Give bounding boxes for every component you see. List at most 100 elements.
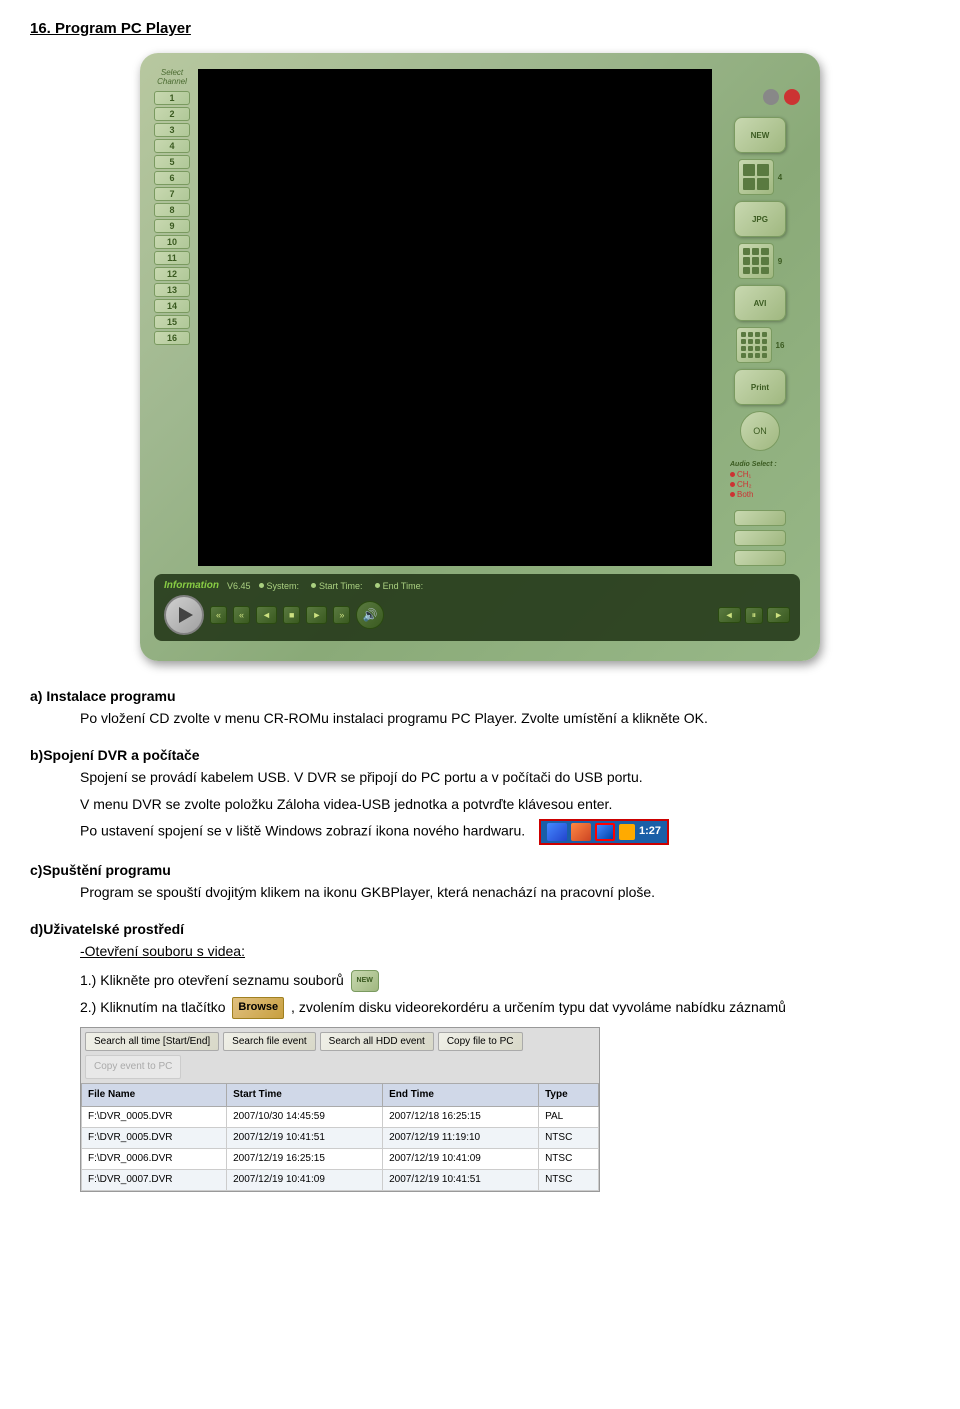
section-b-text2: V menu DVR se zvolte položku Záloha vide… [80, 793, 930, 815]
play-button[interactable] [164, 595, 204, 635]
prev-button[interactable]: ◄ [256, 606, 277, 624]
taskbar-icon-3 [595, 823, 615, 841]
taskbar-icon-2 [571, 823, 591, 841]
fwd-fast-button[interactable]: » [333, 606, 350, 624]
browse-button-icon: Browse [232, 997, 284, 1019]
search-all-time-button[interactable]: Search all time [Start/End] [85, 1032, 219, 1051]
table-row[interactable]: F:\DVR_0007.DVR2007/12/19 10:41:092007/1… [82, 1169, 599, 1190]
side-pill-3[interactable] [734, 550, 786, 566]
audio-ch2[interactable]: CH₂ [730, 480, 790, 489]
jpg-button[interactable]: JPG [734, 201, 786, 237]
grid-16-button[interactable] [736, 327, 772, 363]
channel-11[interactable]: 11 [154, 251, 190, 265]
prev2-button[interactable]: ◄ [718, 607, 741, 623]
new-button[interactable]: NEW [734, 117, 786, 153]
channel-1[interactable]: 1 [154, 91, 190, 105]
right-panel: NEW 4 JPG [720, 69, 800, 566]
system-label: System: [267, 581, 300, 591]
table-cell-start: 2007/12/19 16:25:15 [227, 1148, 383, 1169]
section-b-text1: Spojení se provádí kabelem USB. V DVR se… [80, 766, 930, 788]
table-cell-start: 2007/12/19 10:41:09 [227, 1169, 383, 1190]
section-d-subheading: -Otevření souboru s videa: [80, 943, 245, 959]
table-cell-end: 2007/12/19 10:41:51 [383, 1169, 539, 1190]
table-cell-end: 2007/12/18 16:25:15 [383, 1106, 539, 1127]
file-table: File Name Start Time End Time Type F:\DV… [81, 1083, 599, 1191]
section-d: d)Uživatelské prostředí -Otevření soubor… [30, 918, 930, 1192]
rew-fast-button[interactable]: « [210, 606, 227, 624]
section-b-text3: Po ustavení spojení se v liště Windows z… [80, 819, 930, 845]
info-bar: Information V6.45 System: Start Time: En… [164, 580, 790, 591]
section-c: c)Spuštění programu Program se spouští d… [30, 859, 930, 904]
grid-4-button[interactable] [738, 159, 774, 195]
table-cell-file: F:\DVR_0007.DVR [82, 1169, 227, 1190]
table-cell-end: 2007/12/19 10:41:09 [383, 1148, 539, 1169]
start-time-label: Start Time: [319, 581, 363, 591]
channel-10[interactable]: 10 [154, 235, 190, 249]
minimize-button[interactable] [763, 89, 779, 105]
video-display [198, 69, 712, 566]
fwd-button[interactable]: ► [306, 606, 327, 624]
search-all-hdd-button[interactable]: Search all HDD event [320, 1032, 434, 1051]
print-button[interactable]: Print [734, 369, 786, 405]
channel-8[interactable]: 8 [154, 203, 190, 217]
new-icon-button: NEW [351, 970, 379, 992]
channel-9[interactable]: 9 [154, 219, 190, 233]
table-cell-type: NTSC [539, 1148, 599, 1169]
table-cell-type: NTSC [539, 1169, 599, 1190]
col-start-time: Start Time [227, 1083, 383, 1106]
side-buttons [734, 510, 786, 566]
taskbar-time: 1:27 [639, 823, 661, 841]
stop-button[interactable]: ■ [283, 606, 300, 624]
audio-title-label: Audio Select : [730, 461, 790, 468]
channel-15[interactable]: 15 [154, 315, 190, 329]
channel-select-label: Select Channel [154, 69, 190, 87]
end-time-label: End Time: [383, 581, 424, 591]
copy-file-pc-button[interactable]: Copy file to PC [438, 1032, 523, 1051]
next2-button[interactable]: ► [767, 607, 790, 623]
taskbar-icon-4 [619, 824, 635, 840]
play-icon [179, 607, 193, 623]
channel-14[interactable]: 14 [154, 299, 190, 313]
side-pill-1[interactable] [734, 510, 786, 526]
section-d-heading-bold: Uživatelské prostředí [43, 921, 184, 937]
pause-button[interactable]: ⏸ [745, 607, 764, 624]
table-row[interactable]: F:\DVR_0006.DVR2007/12/19 16:25:152007/1… [82, 1148, 599, 1169]
section-b-heading-prefix: b) [30, 747, 43, 763]
channel-2[interactable]: 2 [154, 107, 190, 121]
table-cell-type: PAL [539, 1106, 599, 1127]
section-a-text: Po vložení CD zvolte v menu CR-ROMu inst… [80, 707, 930, 729]
on-button[interactable]: ON [740, 411, 780, 451]
table-cell-type: NTSC [539, 1127, 599, 1148]
rew-button[interactable]: « [233, 606, 250, 624]
channel-13[interactable]: 13 [154, 283, 190, 297]
taskbar-icon-1 [547, 823, 567, 841]
table-row[interactable]: F:\DVR_0005.DVR2007/12/19 10:41:512007/1… [82, 1127, 599, 1148]
page-title: 16. Program PC Player [30, 20, 930, 37]
audio-both[interactable]: Both [730, 490, 790, 499]
table-row[interactable]: F:\DVR_0005.DVR2007/10/30 14:45:592007/1… [82, 1106, 599, 1127]
channel-12[interactable]: 12 [154, 267, 190, 281]
sub-controls: ◄ ⏸ ► [718, 607, 790, 624]
channel-4[interactable]: 4 [154, 139, 190, 153]
section-b: b)Spojení DVR a počítače Spojení se prov… [30, 744, 930, 845]
channel-5[interactable]: 5 [154, 155, 190, 169]
channel-3[interactable]: 3 [154, 123, 190, 137]
file-browser-toolbar: Search all time [Start/End] Search file … [81, 1028, 599, 1083]
section-d-item2: 2.) Kliknutím na tlačítko Browse , zvole… [80, 996, 930, 1019]
table-cell-file: F:\DVR_0005.DVR [82, 1127, 227, 1148]
channel-6[interactable]: 6 [154, 171, 190, 185]
section-c-text: Program se spouští dvojitým klikem na ik… [80, 881, 930, 903]
file-browser: Search all time [Start/End] Search file … [80, 1027, 600, 1192]
avi-button[interactable]: AVI [734, 285, 786, 321]
side-pill-2[interactable] [734, 530, 786, 546]
section-a: a) Instalace programu Po vložení CD zvol… [30, 685, 930, 730]
channel-7[interactable]: 7 [154, 187, 190, 201]
search-file-event-button[interactable]: Search file event [223, 1032, 316, 1051]
grid-9-button[interactable] [738, 243, 774, 279]
section-d-item1: 1.) Klikněte pro otevření seznamu soubor… [80, 969, 930, 992]
speaker-button[interactable]: 🔊 [356, 601, 384, 629]
channel-16[interactable]: 16 [154, 331, 190, 345]
close-button[interactable] [784, 89, 800, 105]
version-label: V6.45 [227, 581, 251, 591]
audio-ch1[interactable]: CH₁ [730, 470, 790, 479]
